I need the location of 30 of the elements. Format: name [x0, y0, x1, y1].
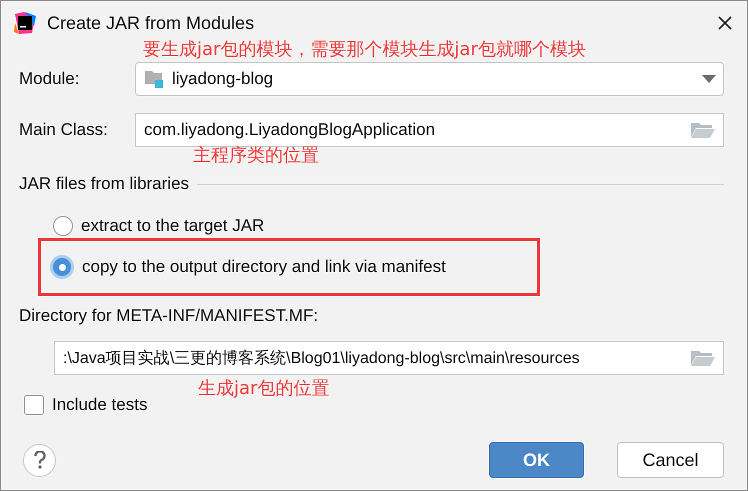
manifest-directory-field[interactable]: :\Java项目实战\三更的博客系统\Blog01\liyadong-blog\src\main\resources [54, 341, 724, 375]
field-value: com.liyadong.LiyadongBlogApplication [144, 120, 436, 140]
dropdown-arrow-icon [702, 75, 716, 83]
radio-button[interactable] [53, 216, 73, 236]
folder-icon[interactable] [690, 349, 716, 367]
module-folder-icon [144, 70, 164, 88]
dropdown-value: liyadong-blog [172, 69, 274, 89]
module-dropdown[interactable]: liyadong-blog [135, 62, 724, 96]
checkbox[interactable] [24, 395, 44, 415]
main-class-field[interactable]: com.liyadong.LiyadongBlogApplication [135, 113, 724, 147]
field-label: Main Class: [19, 120, 109, 140]
field-label: Module: [19, 69, 80, 89]
cancel-button[interactable]: Cancel [617, 442, 724, 478]
field-value: :\Java项目实战\三更的博客系统\Blog01\liyadong-blog\src\main\resources [63, 348, 581, 368]
annotation-text: 生成jar包的位置 [198, 377, 330, 400]
field-label: Directory for META-INF/MANIFEST.MF: [19, 306, 320, 326]
radio-label[interactable]: copy to the output directory and link via manifest [82, 257, 446, 277]
ok-button[interactable]: OK [489, 442, 584, 478]
app-logo-icon [13, 11, 37, 35]
help-icon [34, 451, 46, 469]
annotation-text: 要生成jar包的模块，需要那个模块生成jar包就哪个模块 [143, 38, 586, 61]
checkbox-label[interactable]: Include tests [52, 395, 148, 415]
annotation-text: 主程序类的位置 [193, 144, 319, 167]
window-title: Create JAR from Modules [47, 12, 256, 34]
close-icon[interactable] [717, 15, 733, 31]
section-title: JAR files from libraries [19, 174, 190, 194]
radio-button[interactable] [50, 255, 74, 279]
radio-label[interactable]: extract to the target JAR [81, 216, 264, 236]
folder-icon[interactable] [690, 121, 716, 139]
help-button[interactable] [23, 444, 56, 476]
